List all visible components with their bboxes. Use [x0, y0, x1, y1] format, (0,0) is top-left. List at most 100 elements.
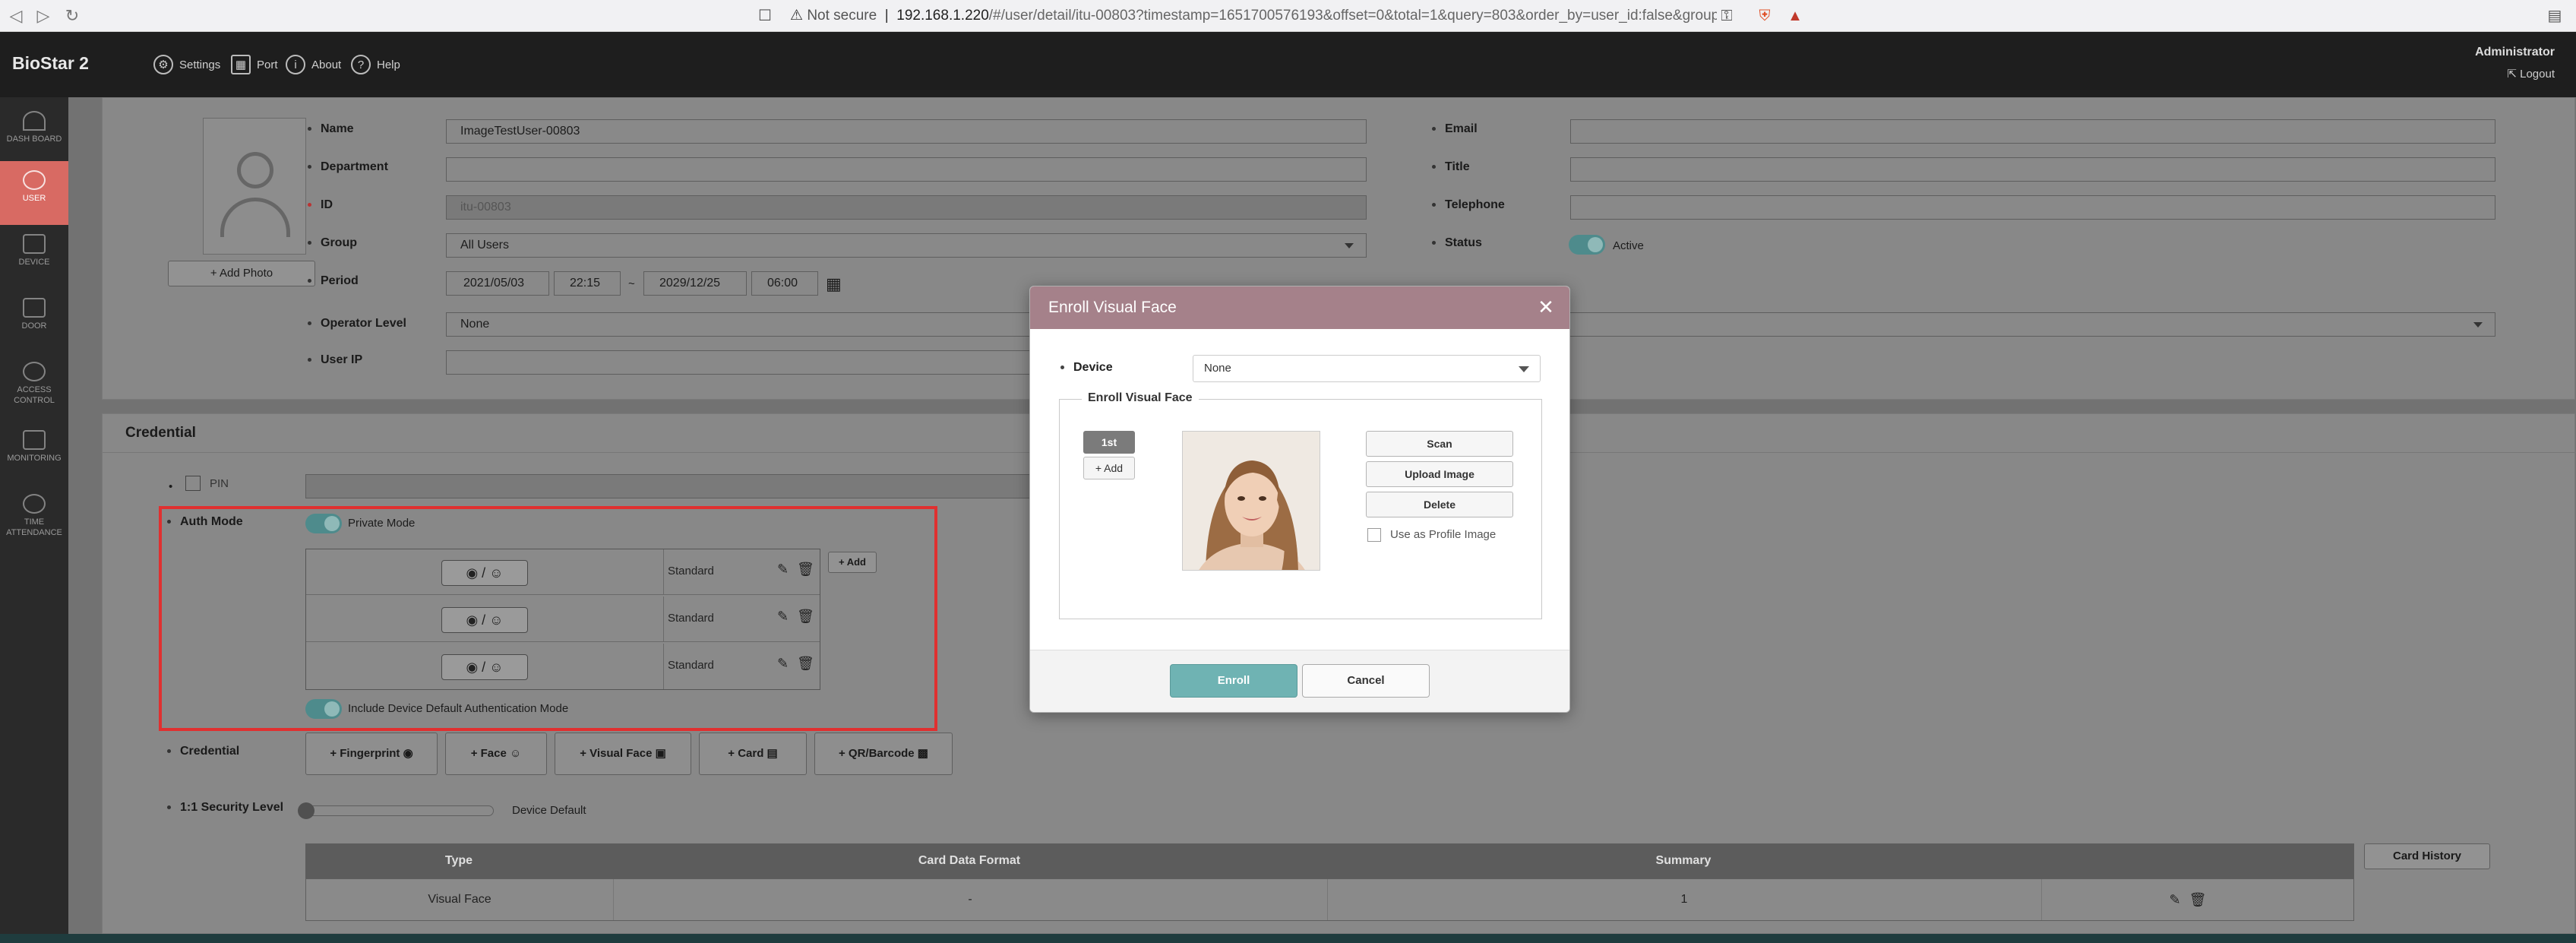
sidebar-item-label: USER	[22, 194, 46, 203]
cancel-button[interactable]: Cancel	[1302, 664, 1430, 698]
sidebar-item-dashboard[interactable]: DASH BOARD	[0, 102, 68, 166]
department-label: Department	[308, 160, 388, 174]
user-ip-label: User IP	[308, 353, 362, 367]
back-icon[interactable]: ◁	[5, 5, 27, 27]
sidebar-item-label: TIME ATTENDANCE	[6, 517, 62, 537]
title-label: Title	[1432, 160, 1470, 174]
key-icon[interactable]: ⚿	[1717, 6, 1737, 26]
app-logo[interactable]: BioStar 2	[12, 53, 89, 74]
brave-shield-icon[interactable]: ⛨	[1755, 6, 1775, 26]
sidebar-item-access-control[interactable]: ACCESS CONTROL	[0, 353, 68, 416]
title-input[interactable]	[1570, 157, 2495, 182]
period-start-time[interactable]: 22:15	[554, 271, 621, 296]
security-level-label: 1:1 Security Level	[167, 801, 283, 815]
use-as-profile-checkbox[interactable]	[1367, 528, 1381, 542]
name-input[interactable]: ImageTestUser-00803	[446, 119, 1367, 144]
bookmark-icon[interactable]: ☐	[755, 6, 775, 26]
card-history-button[interactable]: Card History	[2364, 843, 2490, 869]
add-fingerprint-button[interactable]: + Fingerprint ◉	[305, 733, 438, 775]
clock-icon	[23, 494, 46, 514]
network-icon: ▦	[231, 55, 251, 74]
period-start-date[interactable]: 2021/05/03	[446, 271, 549, 296]
help-icon: ?	[351, 55, 371, 74]
email-input[interactable]	[1570, 119, 2495, 144]
sidebar-item-label: DOOR	[21, 321, 47, 331]
settings-link[interactable]: ⚙ Settings	[153, 53, 220, 76]
period-label: Period	[308, 274, 359, 288]
portrait-illustration	[1183, 432, 1320, 570]
credential-table: Type Card Data Format Summary Visual Fac…	[305, 843, 2354, 921]
telephone-label: Telephone	[1432, 198, 1505, 212]
scan-button[interactable]: Scan	[1366, 431, 1513, 457]
user-icon	[23, 170, 46, 190]
qr-icon: ▩	[917, 747, 928, 760]
cell-type: Visual Face	[428, 893, 491, 906]
app-header: BioStar 2 ⚙ Settings ▦ Port i About ? He…	[0, 32, 2576, 97]
port-link[interactable]: ▦ Port	[231, 53, 278, 76]
trash-icon[interactable]: 🗑	[2182, 879, 2213, 920]
sidebar-item-door[interactable]: DOOR	[0, 289, 68, 353]
access-control-icon	[23, 362, 46, 381]
rewards-icon[interactable]: ▲	[1785, 6, 1805, 26]
device-select[interactable]: None	[1193, 355, 1541, 382]
admin-name: Administrator	[2475, 46, 2555, 59]
forward-icon[interactable]: ▷	[32, 5, 55, 27]
modal-title: Enroll Visual Face	[1030, 286, 1569, 329]
monitoring-icon	[23, 430, 46, 450]
operator-level-value: None	[460, 318, 490, 331]
about-label: About	[311, 58, 342, 71]
sidebar-item-label: DEVICE	[18, 258, 50, 267]
add-photo-button[interactable]: + Add Photo	[168, 261, 315, 286]
port-label: Port	[257, 58, 278, 71]
delete-button[interactable]: Delete	[1366, 492, 1513, 517]
tab-1st[interactable]: 1st	[1083, 431, 1135, 454]
warning-icon: ⚠	[790, 8, 804, 24]
logout-icon: ⇱	[2507, 68, 2517, 81]
device-value: None	[1204, 362, 1231, 375]
about-link[interactable]: i About	[286, 53, 341, 76]
status-label: Status	[1432, 236, 1482, 250]
add-visual-face-button[interactable]: + Visual Face ▣	[555, 733, 691, 775]
table-header: Type Card Data Format Summary	[305, 843, 2354, 878]
sidebar-item-label: DASH BOARD	[6, 134, 62, 144]
help-link[interactable]: ? Help	[351, 53, 400, 76]
door-icon	[23, 298, 46, 318]
calendar-icon[interactable]: ▦	[826, 274, 842, 294]
sidebar-item-time-attendance[interactable]: TIME ATTENDANCE	[0, 485, 68, 549]
period-end-date[interactable]: 2029/12/25	[643, 271, 747, 296]
sidebar-item-monitoring[interactable]: MONITORING	[0, 421, 68, 485]
dashboard-icon	[23, 111, 46, 131]
period-end-time[interactable]: 06:00	[751, 271, 818, 296]
logout-link[interactable]: ⇱ Logout	[2475, 67, 2555, 81]
not-secure-label: Not secure	[807, 8, 877, 24]
security-level-knob[interactable]	[298, 802, 314, 819]
group-select[interactable]: All Users	[446, 233, 1367, 258]
column-header-summary: Summary	[1655, 854, 1712, 867]
wallet-icon[interactable]: ▤	[2545, 6, 2565, 26]
status-toggle[interactable]	[1569, 235, 1605, 255]
pin-checkbox[interactable]	[185, 476, 201, 491]
enroll-button[interactable]: Enroll	[1170, 664, 1297, 698]
credential-section-title: Credential	[125, 425, 196, 441]
enroll-visual-face-modal: Enroll Visual Face ✕ Device None Enroll …	[1029, 286, 1570, 713]
close-icon[interactable]: ✕	[1536, 297, 1556, 317]
id-label: ID	[308, 198, 333, 212]
add-face-button[interactable]: + Face ☺	[445, 733, 547, 775]
add-qr-button[interactable]: + QR/Barcode ▩	[814, 733, 953, 775]
security-level-slider[interactable]	[302, 805, 494, 816]
url-host: 192.168.1.220	[896, 8, 989, 24]
sidebar-item-device[interactable]: DEVICE	[0, 225, 68, 289]
add-card-button[interactable]: + Card ▤	[699, 733, 807, 775]
reload-icon[interactable]: ↻	[61, 5, 84, 27]
address-bar[interactable]: ⚠ Not secure | 192.168.1.220/#/user/deta…	[790, 5, 1717, 27]
add-face-tab-button[interactable]: + Add	[1083, 457, 1135, 479]
upload-image-button[interactable]: Upload Image	[1366, 461, 1513, 487]
telephone-input[interactable]	[1570, 195, 2495, 220]
department-input[interactable]	[446, 157, 1367, 182]
sidebar-item-label: ACCESS CONTROL	[14, 385, 55, 405]
pin-bullet: •	[169, 480, 173, 493]
sidebar-item-user[interactable]: USER	[0, 161, 68, 225]
operator-level-label: Operator Level	[308, 317, 406, 331]
browser-toolbar: ◁ ▷ ↻ ☐ ⚠ Not secure | 192.168.1.220/#/u…	[0, 0, 2576, 32]
gear-icon: ⚙	[153, 55, 173, 74]
